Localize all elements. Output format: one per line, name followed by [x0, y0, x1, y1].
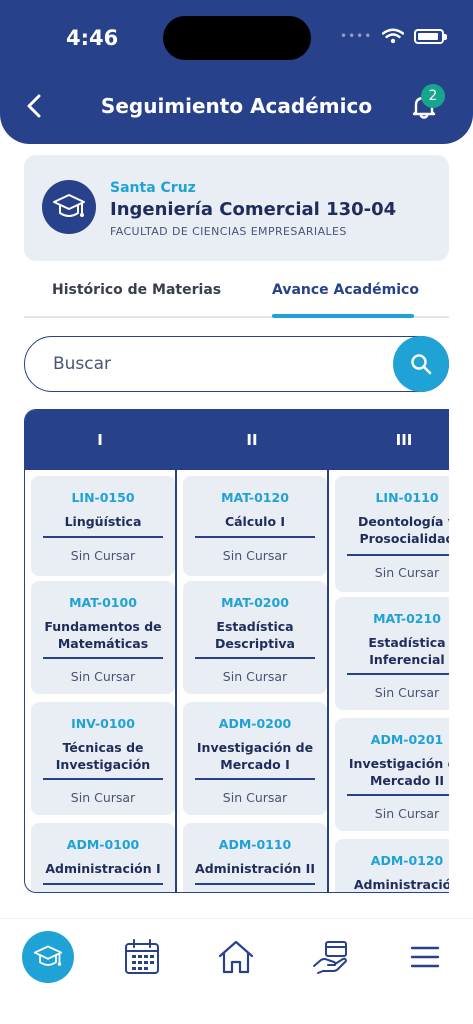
career-avatar	[42, 180, 96, 234]
semester-label-3: III	[395, 431, 413, 449]
nav-menu[interactable]	[399, 931, 451, 983]
active-tab-indicator	[272, 314, 414, 318]
course-card[interactable]: MAT-0100 Fundamentos de Matemáticas Sin …	[31, 581, 175, 694]
course-divider	[195, 536, 315, 538]
course-status: Sin Cursar	[222, 548, 288, 563]
wifi-icon	[382, 28, 405, 44]
course-divider	[347, 673, 449, 675]
course-name: Fundamentos de Matemáticas	[44, 619, 162, 651]
course-status: Sin Cursar	[70, 790, 136, 805]
course-name: Administración I	[45, 861, 161, 876]
course-card[interactable]: ADM-0201 Investigación de Mercado II Sin…	[335, 718, 449, 831]
course-name: Estadística Descriptiva	[215, 619, 295, 651]
tab-bar: Histórico de Materias Avance Académico	[24, 272, 449, 318]
course-code: ADM-0201	[370, 732, 444, 747]
dynamic-island	[163, 16, 311, 60]
course-divider	[43, 657, 163, 659]
course-name: Técnicas de Investigación	[55, 740, 151, 772]
course-card[interactable]: ADM-0120 Administración	[335, 839, 449, 892]
course-name: Estadística Inferencial	[368, 635, 446, 667]
course-divider	[43, 883, 163, 885]
course-name: Deontología y Prosocialidad	[358, 514, 449, 546]
notification-badge: 2	[421, 84, 445, 108]
course-code: ADM-0110	[218, 837, 292, 852]
course-name: Administración	[353, 877, 449, 892]
nav-payments[interactable]	[305, 931, 357, 983]
course-card[interactable]: LIN-0110 Deontología y Prosocialidad Sin…	[335, 476, 449, 592]
calendar-icon	[125, 939, 159, 974]
course-card[interactable]: ADM-0200 Investigación de Mercado I Sin …	[183, 702, 327, 815]
semester-header: I II III	[25, 410, 449, 470]
course-divider	[347, 794, 449, 796]
semester-label-2: II	[246, 431, 258, 449]
career-name: Ingeniería Comercial 130-04	[110, 199, 397, 220]
course-divider	[195, 657, 315, 659]
course-card[interactable]: ADM-0100 Administración I	[31, 823, 175, 892]
course-divider	[347, 554, 449, 556]
course-divider	[43, 778, 163, 780]
tab-historico-materias[interactable]: Histórico de Materias	[52, 282, 221, 298]
career-card: Santa Cruz Ingeniería Comercial 130-04 F…	[24, 155, 449, 261]
course-card[interactable]: MAT-0120 Cálculo I Sin Cursar	[183, 476, 327, 576]
course-status: Sin Cursar	[374, 806, 440, 821]
graduation-cap-icon	[33, 945, 63, 966]
campus-name: Santa Cruz	[110, 180, 196, 196]
search-icon	[411, 354, 432, 375]
course-code: LIN-0150	[71, 490, 135, 505]
column-divider	[327, 470, 329, 892]
course-code: LIN-0110	[375, 490, 439, 505]
course-divider	[195, 778, 315, 780]
course-name: Investigación de Mercado I	[196, 740, 314, 772]
course-code: ADM-0100	[66, 837, 140, 852]
semester-grid[interactable]: I II III LIN-0150 Lingüística Sin Cursar…	[24, 409, 449, 893]
course-code: MAT-0210	[373, 611, 441, 626]
course-code: ADM-0120	[370, 853, 444, 868]
home-icon	[218, 940, 254, 974]
course-status: Sin Cursar	[374, 565, 440, 580]
status-time: 4:46	[66, 26, 119, 50]
course-card[interactable]: ADM-0110 Administración II	[183, 823, 327, 892]
cellular-signal-icon: ••••	[340, 29, 373, 43]
status-icons: ••••	[340, 28, 448, 44]
faculty-name: FACULTAD DE CIENCIAS EMPRESARIALES	[110, 225, 347, 238]
course-status: Sin Cursar	[222, 790, 288, 805]
course-code: MAT-0100	[69, 595, 137, 610]
course-name: Investigación de Mercado II	[348, 756, 449, 788]
tab-avance-academico[interactable]: Avance Académico	[272, 282, 419, 298]
nav-academic[interactable]	[22, 931, 74, 983]
course-status: Sin Cursar	[70, 548, 136, 563]
app-header: 4:46 •••• Seguimiento Académico 2	[0, 0, 473, 144]
course-divider	[195, 883, 315, 885]
course-name: Cálculo I	[224, 514, 286, 529]
nav-home[interactable]	[210, 931, 262, 983]
graduation-cap-icon	[53, 194, 85, 217]
course-card[interactable]: MAT-0210 Estadística Inferencial Sin Cur…	[335, 597, 449, 710]
course-status: Sin Cursar	[374, 685, 440, 700]
page-title: Seguimiento Académico	[100, 94, 373, 118]
course-code: ADM-0200	[218, 716, 292, 731]
search-button[interactable]	[393, 336, 449, 392]
course-card[interactable]: LIN-0150 Lingüística Sin Cursar	[31, 476, 175, 576]
search-input[interactable]	[53, 351, 383, 377]
search-bar	[24, 336, 449, 392]
semester-label-1: I	[97, 431, 103, 449]
payment-hand-icon	[313, 941, 347, 974]
course-divider	[43, 536, 163, 538]
battery-icon	[414, 28, 448, 44]
course-code: INV-0100	[71, 716, 135, 731]
nav-calendar[interactable]	[116, 931, 168, 983]
course-name: Lingüística	[64, 514, 142, 529]
course-status: Sin Cursar	[222, 669, 288, 684]
column-divider	[175, 470, 177, 892]
course-name: Administración II	[195, 861, 315, 876]
course-card[interactable]: MAT-0200 Estadística Descriptiva Sin Cur…	[183, 581, 327, 694]
bottom-navigation	[0, 918, 473, 1024]
course-card[interactable]: INV-0100 Técnicas de Investigación Sin C…	[31, 702, 175, 815]
course-code: MAT-0200	[221, 595, 289, 610]
course-status: Sin Cursar	[70, 669, 136, 684]
course-code: MAT-0120	[221, 490, 289, 505]
menu-icon	[410, 946, 440, 968]
